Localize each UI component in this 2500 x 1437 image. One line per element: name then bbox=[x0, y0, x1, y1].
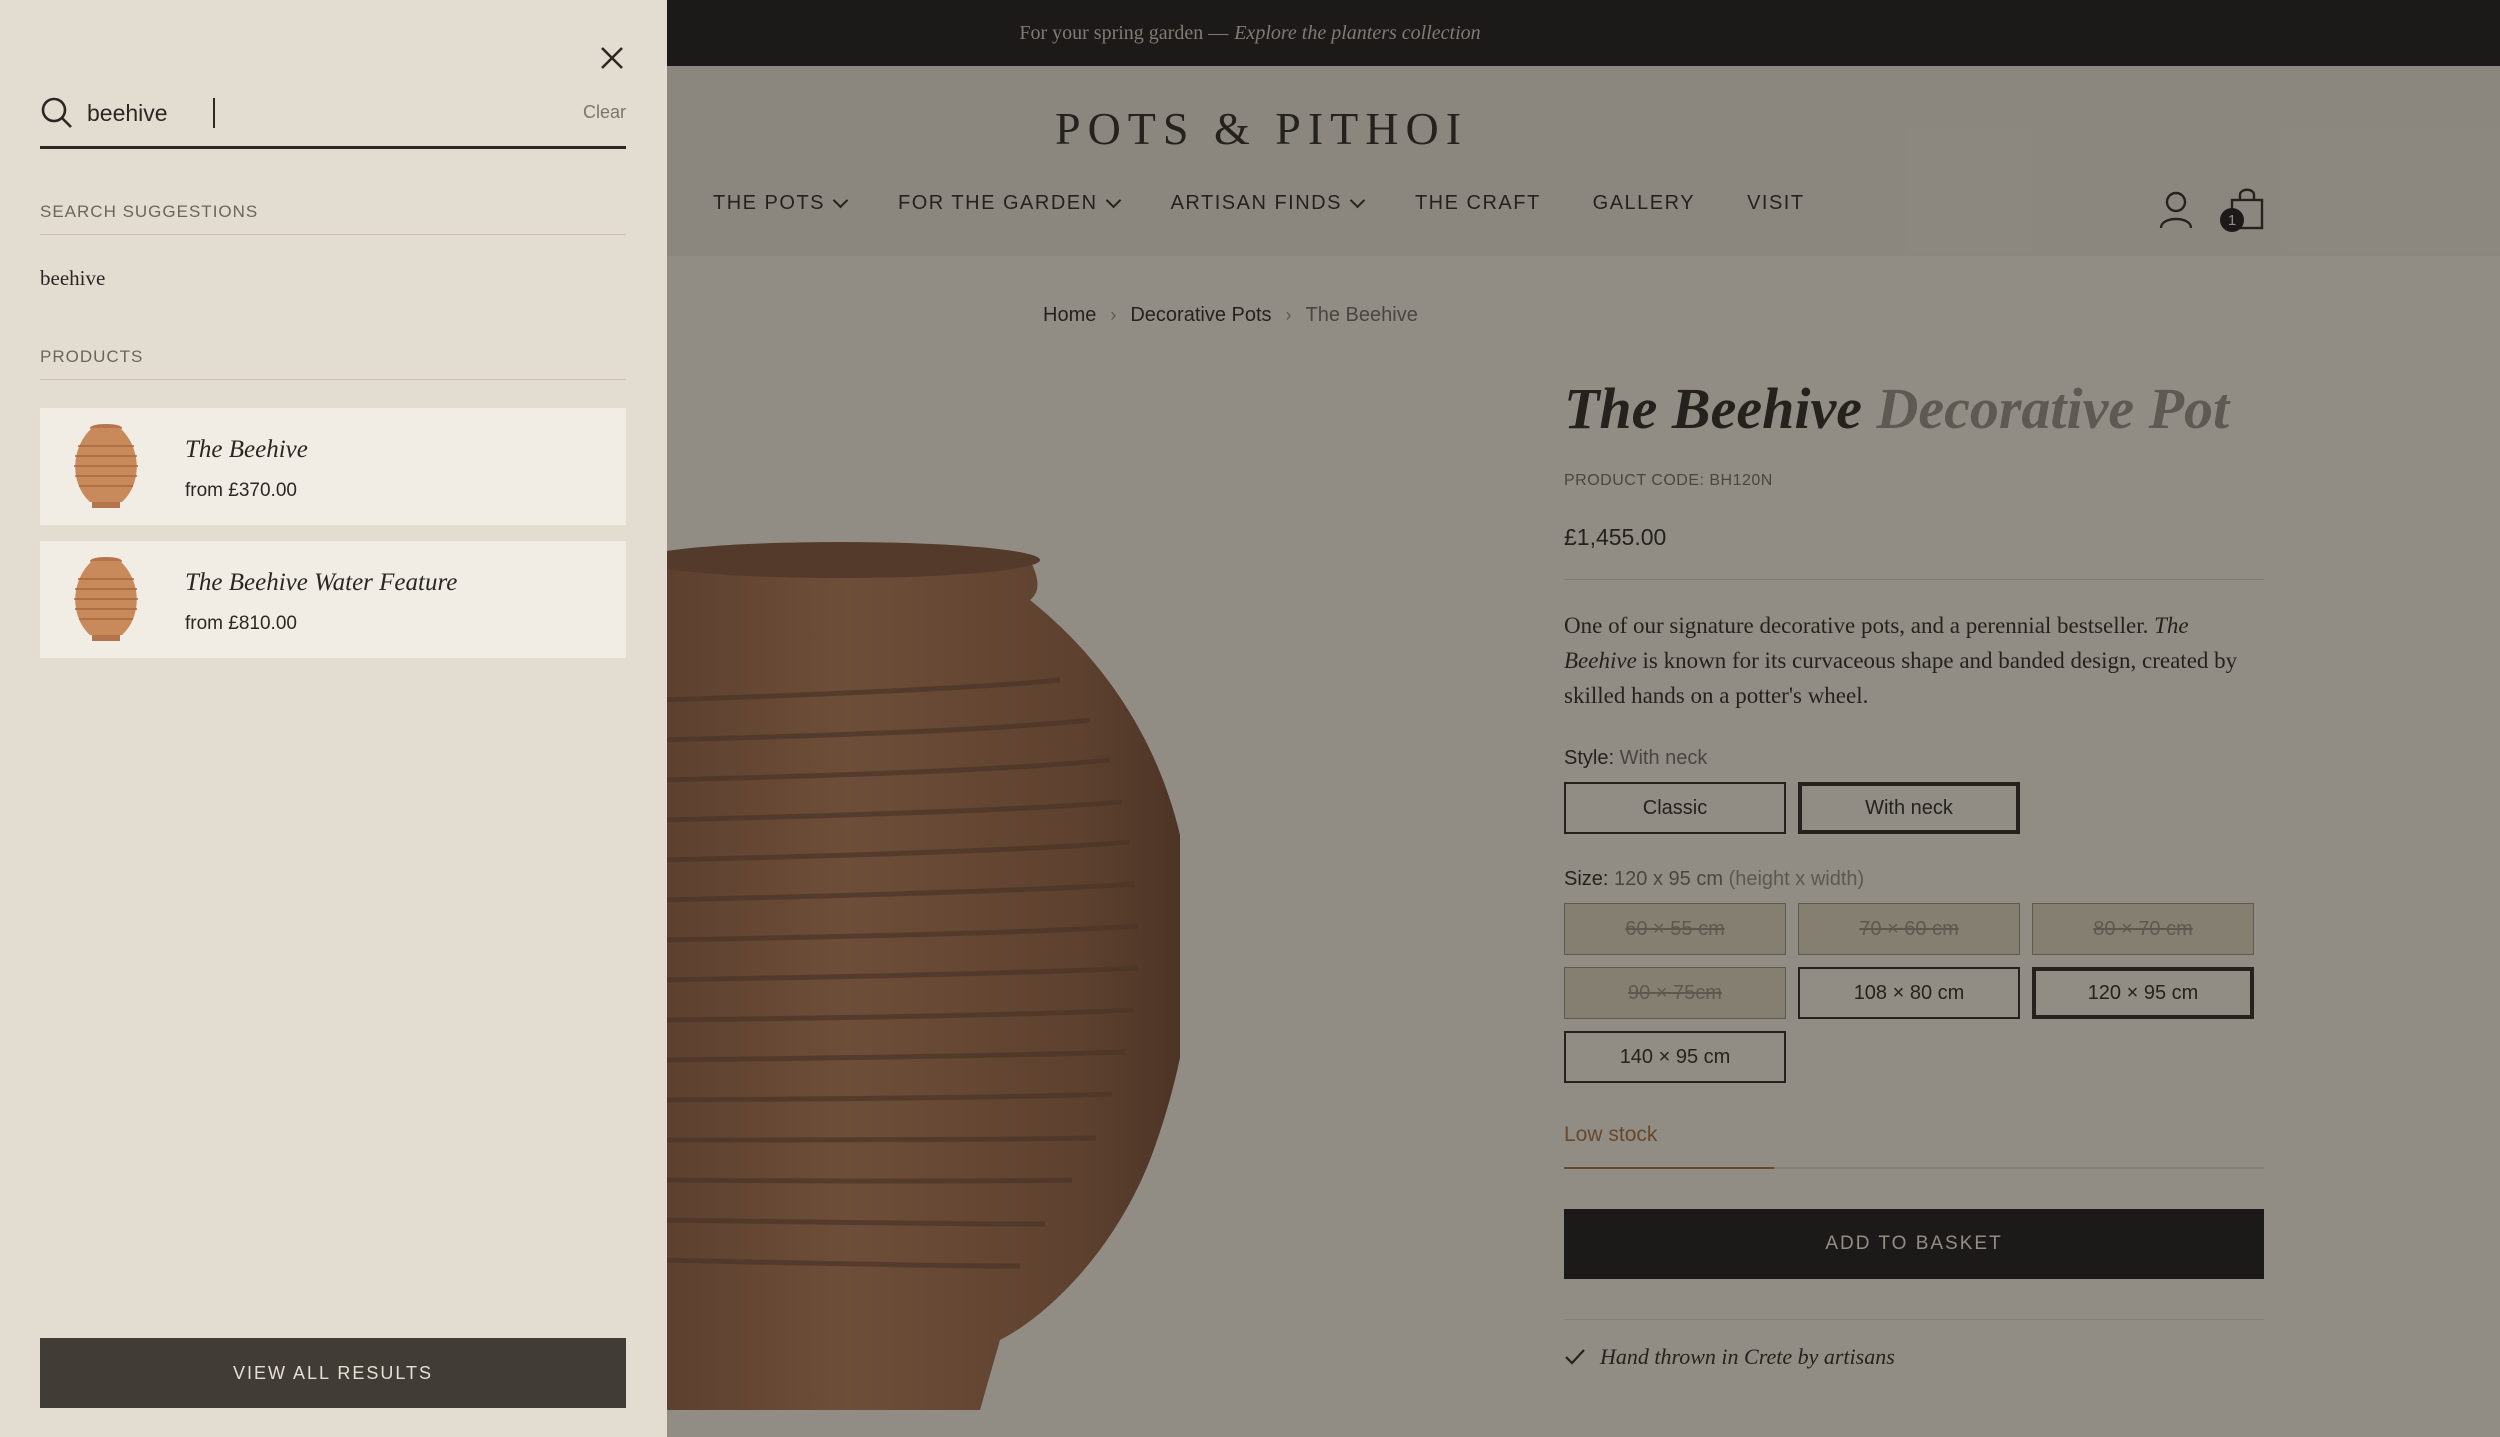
search-result-item[interactable]: The Beehive from £370.00 bbox=[40, 408, 626, 525]
close-icon[interactable] bbox=[594, 40, 630, 76]
suggestion-item[interactable]: beehive bbox=[40, 266, 105, 291]
search-bar: Clear bbox=[40, 92, 626, 149]
clear-search-button[interactable]: Clear bbox=[583, 102, 626, 123]
suggestions-heading: SEARCH SUGGESTIONS bbox=[40, 202, 626, 235]
search-drawer: Clear SEARCH SUGGESTIONS beehive PRODUCT… bbox=[0, 0, 667, 1437]
product-thumbnail bbox=[74, 557, 138, 641]
result-price: from £370.00 bbox=[185, 480, 297, 501]
products-heading: PRODUCTS bbox=[40, 347, 626, 380]
result-name: The Beehive Water Feature bbox=[185, 569, 458, 596]
product-thumbnail bbox=[74, 424, 138, 508]
text-caret bbox=[213, 98, 215, 128]
search-input[interactable] bbox=[87, 96, 537, 130]
search-icon bbox=[41, 97, 72, 128]
search-result-item[interactable]: The Beehive Water Feature from £810.00 bbox=[40, 541, 626, 658]
result-name: The Beehive bbox=[185, 436, 308, 463]
result-price: from £810.00 bbox=[185, 613, 297, 634]
view-all-results-button[interactable]: VIEW ALL RESULTS bbox=[40, 1338, 626, 1408]
